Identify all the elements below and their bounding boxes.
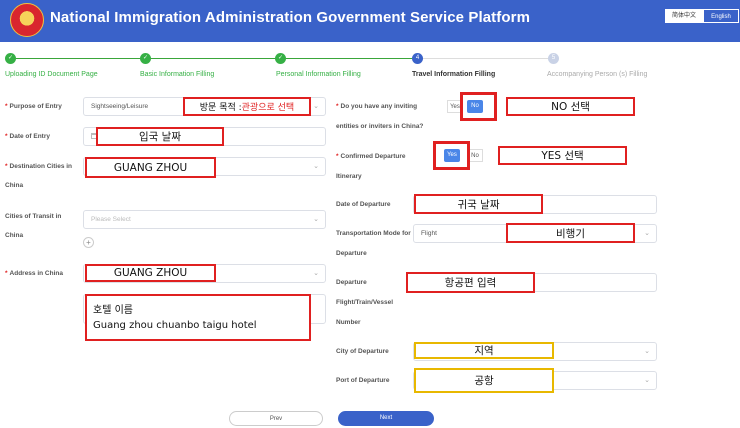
prev-button[interactable]: Prev <box>229 411 323 426</box>
step-connector <box>423 58 548 59</box>
chevron-down-icon: ⌄ <box>644 348 650 355</box>
step-connector <box>286 58 412 59</box>
annotation-flight-input: 항공편 입력 <box>406 272 535 293</box>
inviting-label: * Do you have any inviting entities or in… <box>336 103 424 130</box>
chevron-down-icon: ⌄ <box>313 216 319 223</box>
transit-select[interactable]: Please Select ⌄ <box>83 210 326 229</box>
itinerary-label: * Confirmed Departure Itinerary <box>336 153 406 180</box>
chevron-down-icon: ⌄ <box>313 163 319 170</box>
lang-english-button[interactable]: English <box>703 9 739 23</box>
next-button[interactable]: Next <box>338 411 434 426</box>
transport-label: Transportation Mode for Departure <box>336 230 411 257</box>
step-connector <box>16 58 144 59</box>
step-4-indicator: 4 <box>412 53 423 64</box>
annotation-transport: 비행기 <box>506 223 635 243</box>
annotation-no-highlight <box>460 92 497 121</box>
annotation-hotel: 호텔 이름 Guang zhou chuanbo taigu hotel <box>85 294 311 341</box>
step-label-basic[interactable]: Basic Information Filling <box>140 71 214 78</box>
address-label: * Address in China <box>5 270 63 277</box>
chevron-down-icon: ⌄ <box>313 103 319 110</box>
step-label-accompanying: Accompanying Person (s) Filling <box>547 71 648 78</box>
port-departure-label: Port of Departure <box>336 377 390 384</box>
annotation-destination: GUANG ZHOU <box>85 157 216 178</box>
annotation-region: 지역 <box>414 342 554 359</box>
annotation-date-entry: 입국 날짜 <box>96 127 224 146</box>
annotation-address-city: GUANG ZHOU <box>85 264 216 282</box>
site-title: National Immigration Administration Gove… <box>50 9 531 26</box>
flight-label: Departure Flight/Train/Vessel Number <box>336 279 394 326</box>
date-departure-label: Date of Departure <box>336 201 391 208</box>
chevron-down-icon: ⌄ <box>313 270 319 277</box>
annotation-date-return: 귀국 날짜 <box>414 194 543 214</box>
step-label-personal[interactable]: Personal Information Filling <box>276 71 361 78</box>
top-header: National Immigration Administration Gove… <box>0 0 740 42</box>
city-departure-label: City of Departure <box>336 348 389 355</box>
step-5-indicator: 5 <box>548 53 559 64</box>
step-2-check-icon: ✓ <box>140 53 151 64</box>
step-1-check-icon: ✓ <box>5 53 16 64</box>
annotation-no-select: NO 선택 <box>506 97 635 116</box>
add-transit-icon[interactable]: + <box>83 237 94 248</box>
step-connector <box>151 58 279 59</box>
lang-chinese-button[interactable]: 简体中文 <box>665 9 703 23</box>
purpose-label: * Purpose of Entry <box>5 103 62 110</box>
annotation-airport: 공항 <box>414 368 554 393</box>
step-label-upload[interactable]: Uploading ID Document Page <box>5 71 98 78</box>
annotation-yes-highlight <box>433 141 470 170</box>
transit-label: Cities of Transit in China <box>5 213 62 239</box>
national-emblem-icon <box>10 3 44 37</box>
step-label-travel: Travel Information Filling <box>412 71 496 78</box>
annotation-purpose: 방문 목적 : 관광으로 선택 <box>183 97 311 116</box>
annotation-yes-select: YES 선택 <box>498 146 627 165</box>
chevron-down-icon: ⌄ <box>644 377 650 384</box>
chevron-down-icon: ⌄ <box>644 230 650 237</box>
date-entry-label: * Date of Entry <box>5 133 50 140</box>
destination-label: * Destination Cities in China <box>5 163 73 189</box>
step-3-check-icon: ✓ <box>275 53 286 64</box>
